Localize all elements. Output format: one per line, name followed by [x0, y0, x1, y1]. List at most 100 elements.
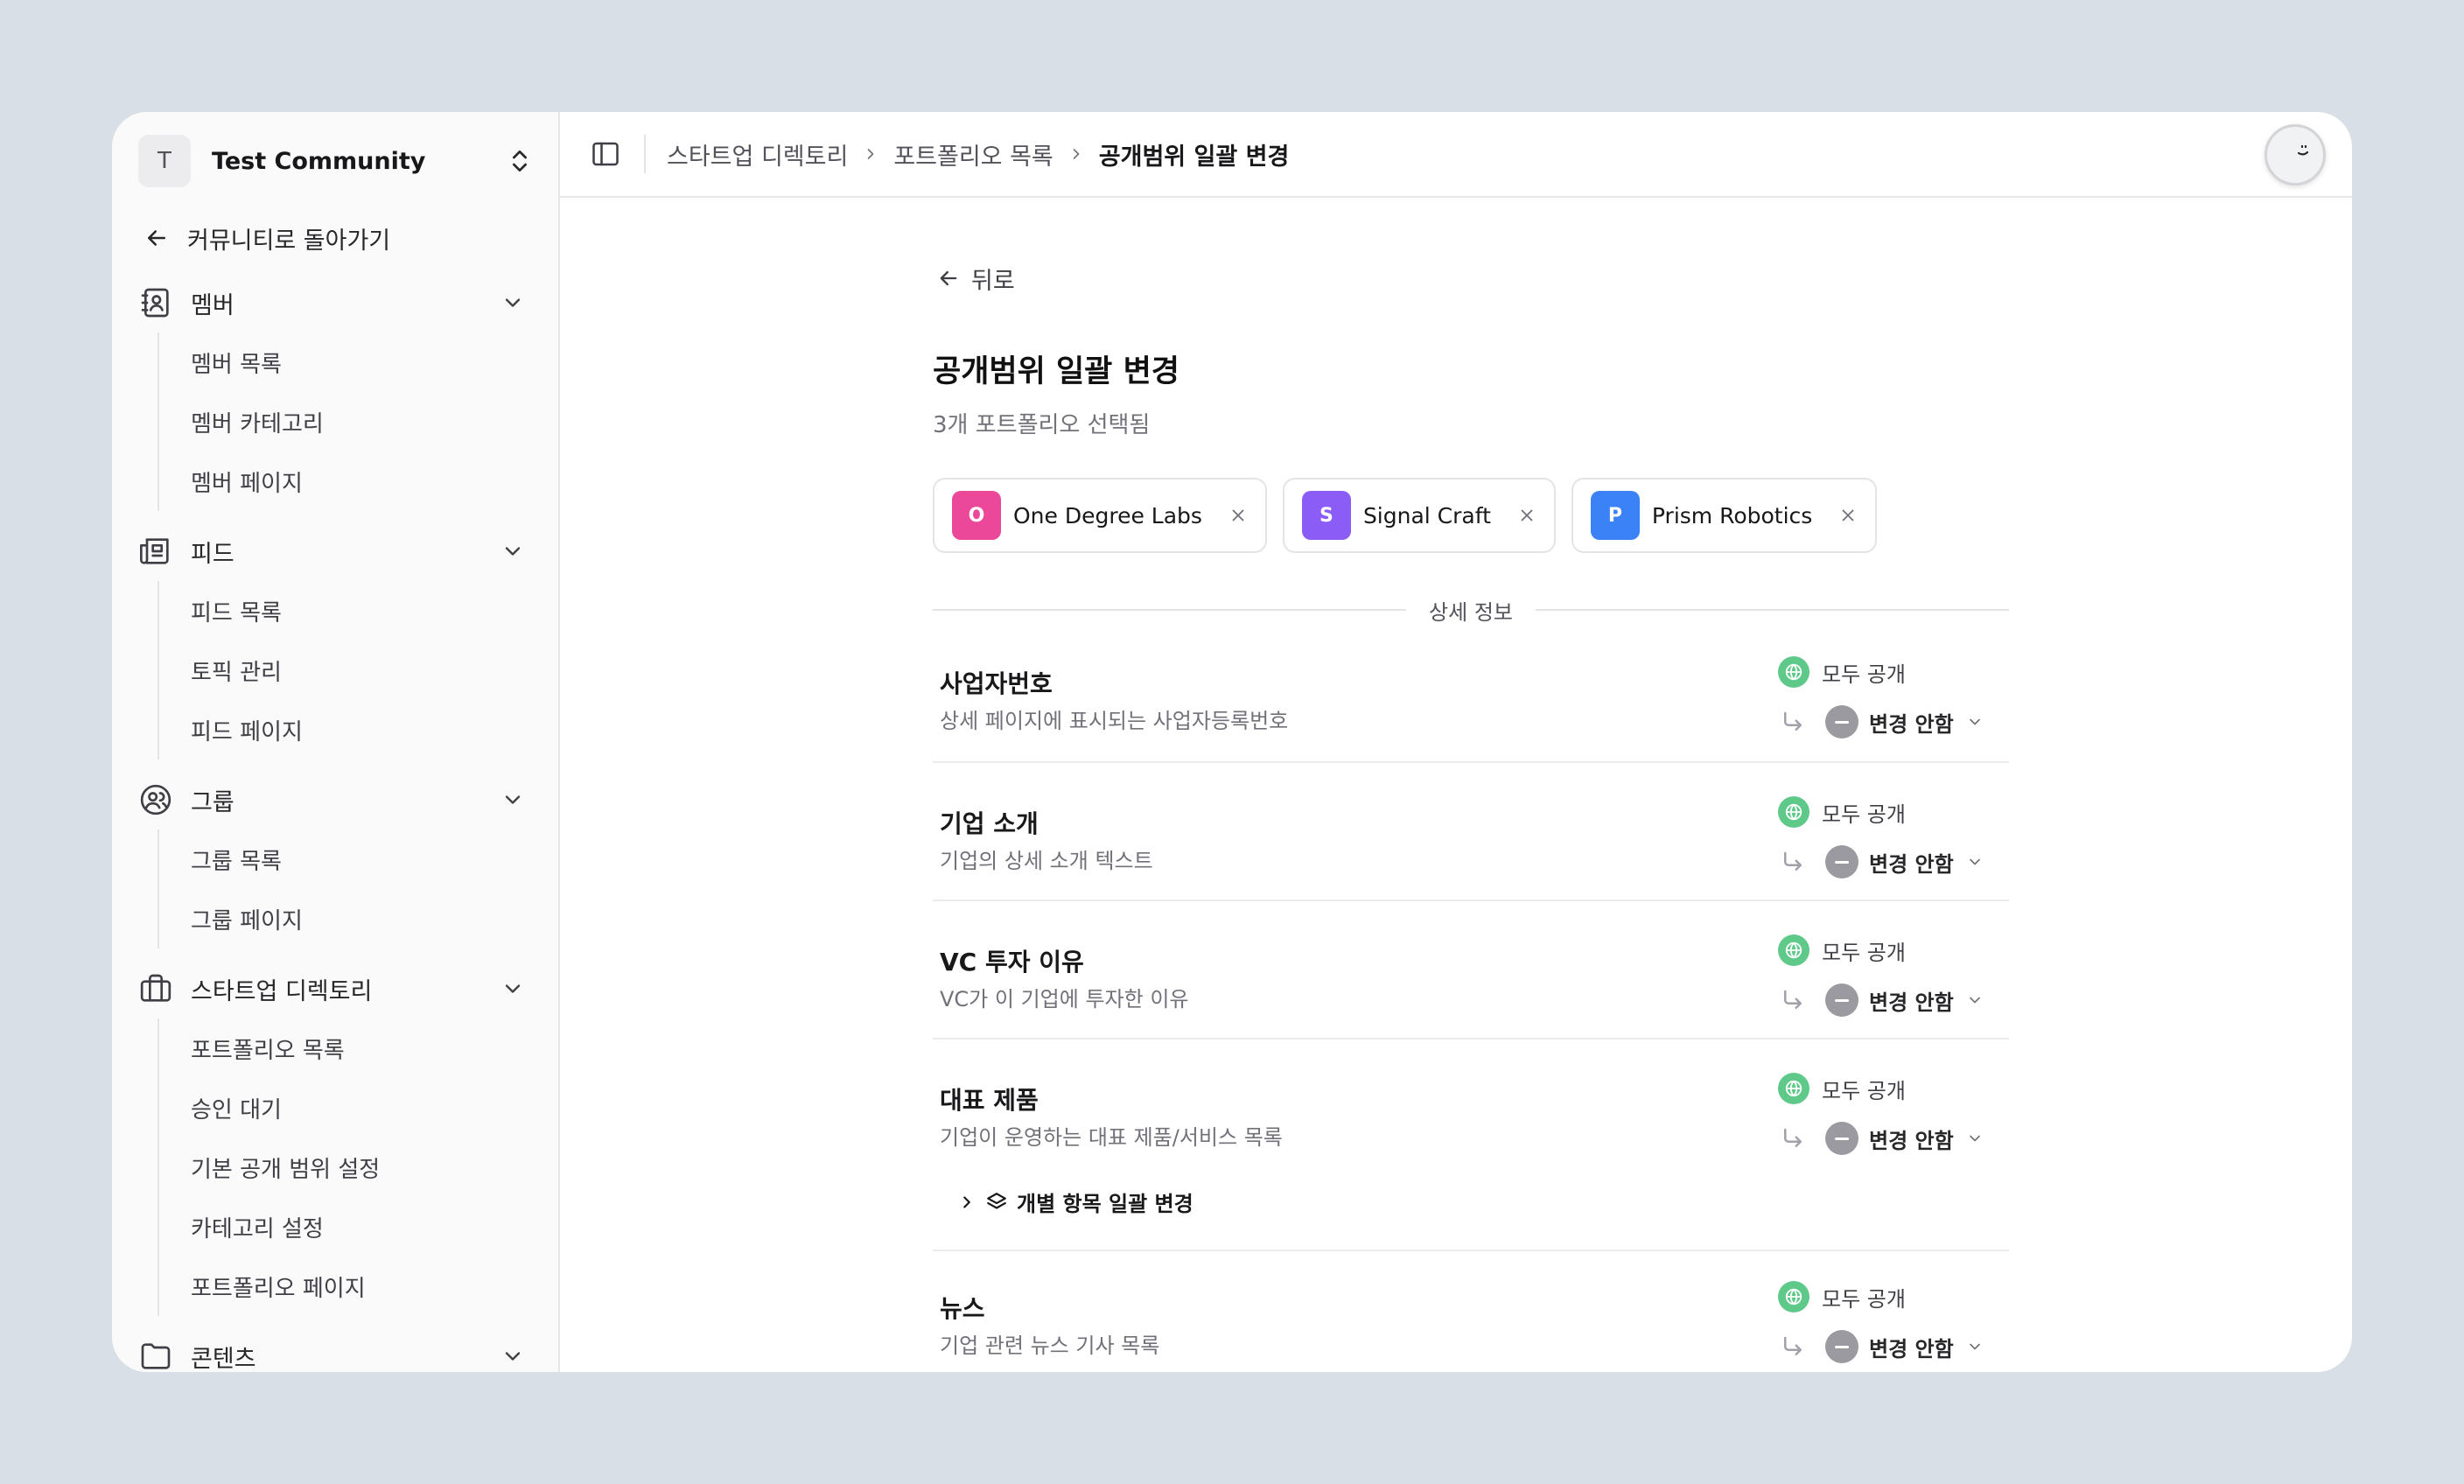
- sidebar-item-pending-approval[interactable]: 승인 대기: [191, 1078, 534, 1138]
- sidebar-item-member-category[interactable]: 멤버 카테고리: [191, 392, 534, 452]
- field-description: 기업 관련 뉴스 기사 목록: [940, 1334, 1160, 1358]
- sidebar-section-members[interactable]: 멤버: [138, 273, 534, 332]
- page-content: 뒤로 공개범위 일괄 변경 3개 포트폴리오 선택됨 O One Degree …: [933, 261, 2010, 1372]
- toolbar-divider: [644, 135, 646, 173]
- smiley-face-icon: [2297, 144, 2309, 156]
- field-name: 사업자번호: [940, 669, 1053, 698]
- back-button[interactable]: 뒤로: [936, 261, 2009, 296]
- section-label: 상세 정보: [1429, 599, 1513, 625]
- visibility-select[interactable]: 변경 안함: [1780, 845, 1984, 878]
- sidebar-item-member-list[interactable]: 멤버 목록: [191, 332, 534, 392]
- field-row: VC 투자 이유 VC가 이 기업에 투자한 이유 모두 공개 변경 안함: [933, 901, 2009, 1040]
- sidebar-item-topic-manage[interactable]: 토픽 관리: [191, 640, 534, 700]
- close-icon[interactable]: [1838, 506, 1858, 525]
- field-name: 대표 제품: [940, 1086, 1039, 1115]
- current-visibility-label: 모두 공개: [1822, 1286, 1906, 1312]
- sidebar-item-default-visibility[interactable]: 기본 공개 범위 설정: [191, 1138, 534, 1197]
- sidebar-subitems-feed: 피드 목록 토픽 관리 피드 페이지: [158, 581, 534, 760]
- sidebar-section-startup-directory[interactable]: 스타트업 디렉토리: [138, 959, 534, 1018]
- arrow-left-icon: [148, 230, 165, 246]
- back-to-community-link[interactable]: 커뮤니티로 돌아가기: [138, 214, 534, 262]
- sidebar-item-group-list[interactable]: 그룹 목록: [191, 830, 534, 889]
- sidebar-toggle-icon[interactable]: [590, 138, 621, 170]
- newspaper-icon: [140, 538, 169, 564]
- sidebar-subitems-members: 멤버 목록 멤버 카테고리 멤버 페이지: [158, 332, 534, 511]
- visibility-select-value: 변경 안함: [1869, 1128, 1954, 1153]
- minus-circle-icon: [1825, 1330, 1858, 1363]
- chevron-down-icon: [1969, 997, 1980, 1004]
- minus-circle-icon: [1825, 705, 1858, 738]
- current-visibility: 모두 공개: [1778, 1281, 1906, 1312]
- selected-portfolio-chips: O One Degree Labs S Signal Craft P Prism…: [933, 478, 2009, 553]
- visibility-select[interactable]: 변경 안함: [1780, 1122, 1984, 1155]
- current-visibility-label: 모두 공개: [1822, 1078, 1906, 1103]
- corner-down-right-icon: [1784, 1128, 1802, 1147]
- sidebar-item-member-page[interactable]: 멤버 페이지: [191, 452, 534, 511]
- page-title: 공개범위 일괄 변경: [933, 354, 1180, 389]
- minus-circle-icon: [1825, 845, 1858, 878]
- close-icon[interactable]: [1228, 506, 1248, 525]
- sidebar-item-portfolio-page[interactable]: 포트폴리오 페이지: [191, 1256, 534, 1316]
- workspace-avatar: T: [138, 135, 191, 187]
- chevron-down-icon: [1969, 858, 1980, 865]
- breadcrumb-startup-directory[interactable]: 스타트업 디렉토리: [667, 137, 848, 172]
- portfolio-initial-badge: P: [1590, 491, 1640, 540]
- field-name: 기업 소개: [940, 809, 1039, 838]
- visibility-select[interactable]: 변경 안함: [1780, 705, 1984, 738]
- field-description: 기업이 운영하는 대표 제품/서비스 목록: [940, 1125, 1283, 1150]
- user-avatar[interactable]: [2264, 124, 2326, 186]
- sidebar-section-label: 스타트업 디렉토리: [191, 977, 373, 1005]
- globe-icon: [1778, 796, 1810, 828]
- corner-down-right-icon: [1784, 990, 1802, 1009]
- workspace-switcher[interactable]: T Test Community: [138, 133, 534, 189]
- top-bar: 스타트업 디렉토리 포트폴리오 목록 공개범위 일괄 변경: [560, 112, 2352, 198]
- portfolio-chip: P Prism Robotics: [1571, 478, 1878, 553]
- portfolio-initial-badge: S: [1301, 491, 1351, 540]
- minus-circle-icon: [1825, 1122, 1858, 1155]
- close-icon[interactable]: [1517, 506, 1536, 525]
- selection-count: 3개 포트폴리오 선택됨: [933, 412, 1151, 438]
- field-name: 뉴스: [940, 1294, 985, 1323]
- sidebar-item-feed-page[interactable]: 피드 페이지: [191, 700, 534, 760]
- workspace-name: Test Community: [212, 147, 426, 175]
- chevron-down-icon: [505, 984, 521, 993]
- current-visibility: 모두 공개: [1778, 656, 1906, 688]
- portfolio-chip: S Signal Craft: [1282, 478, 1556, 553]
- sidebar-item-portfolio-list[interactable]: 포트폴리오 목록: [191, 1018, 534, 1078]
- portfolio-chip-name: Prism Robotics: [1651, 502, 1813, 528]
- bulk-edit-toggle[interactable]: 개별 항목 일괄 변경: [957, 1186, 1194, 1217]
- sidebar-section-content[interactable]: 콘텐츠: [138, 1326, 534, 1372]
- current-visibility-label: 모두 공개: [1822, 940, 1906, 965]
- field-description: 상세 페이지에 표시되는 사업자등록번호: [940, 709, 1289, 733]
- visibility-select[interactable]: 변경 안함: [1780, 1330, 1984, 1363]
- corner-down-right-icon: [1784, 1336, 1802, 1355]
- chevron-down-icon: [505, 298, 521, 307]
- current-visibility-label: 모두 공개: [1822, 802, 1906, 827]
- arrow-left-icon: [940, 270, 957, 286]
- portfolio-initial-badge: O: [952, 491, 1001, 540]
- chevron-down-icon: [1969, 1343, 1980, 1350]
- back-button-label: 뒤로: [971, 267, 1015, 295]
- visibility-select[interactable]: 변경 안함: [1780, 984, 1984, 1017]
- main-panel: 스타트업 디렉토리 포트폴리오 목록 공개범위 일괄 변경 뒤로 공개범위 일괄…: [560, 112, 2352, 1372]
- field-description: VC가 이 기업에 투자한 이유: [940, 987, 1189, 1012]
- breadcrumb-portfolio-list[interactable]: 포트폴리오 목록: [893, 137, 1053, 172]
- chevron-down-icon: [505, 795, 521, 804]
- users-circle-icon: [140, 784, 172, 816]
- sidebar-section-groups[interactable]: 그룹: [138, 770, 534, 830]
- sidebar-section-feed[interactable]: 피드: [138, 522, 534, 581]
- current-visibility: 모두 공개: [1778, 796, 1906, 828]
- sidebar-item-feed-list[interactable]: 피드 목록: [191, 581, 534, 640]
- folder-icon: [141, 1343, 171, 1369]
- chevron-right-icon: [1073, 149, 1080, 159]
- back-to-community-label: 커뮤니티로 돌아가기: [187, 227, 391, 255]
- sidebar-item-group-page[interactable]: 그룹 페이지: [191, 889, 534, 948]
- portfolio-chip-name: One Degree Labs: [1013, 502, 1202, 528]
- field-name: VC 투자 이유: [940, 948, 1084, 976]
- contact-card-icon: [141, 288, 169, 318]
- sidebar-item-category-settings[interactable]: 카테고리 설정: [191, 1197, 534, 1256]
- sidebar-subitems-startup-directory: 포트폴리오 목록 승인 대기 기본 공개 범위 설정 카테고리 설정 포트폴리오…: [158, 1018, 534, 1316]
- current-visibility: 모두 공개: [1778, 934, 1906, 966]
- sidebar-section-label: 피드: [191, 540, 234, 568]
- briefcase-icon: [140, 974, 172, 1002]
